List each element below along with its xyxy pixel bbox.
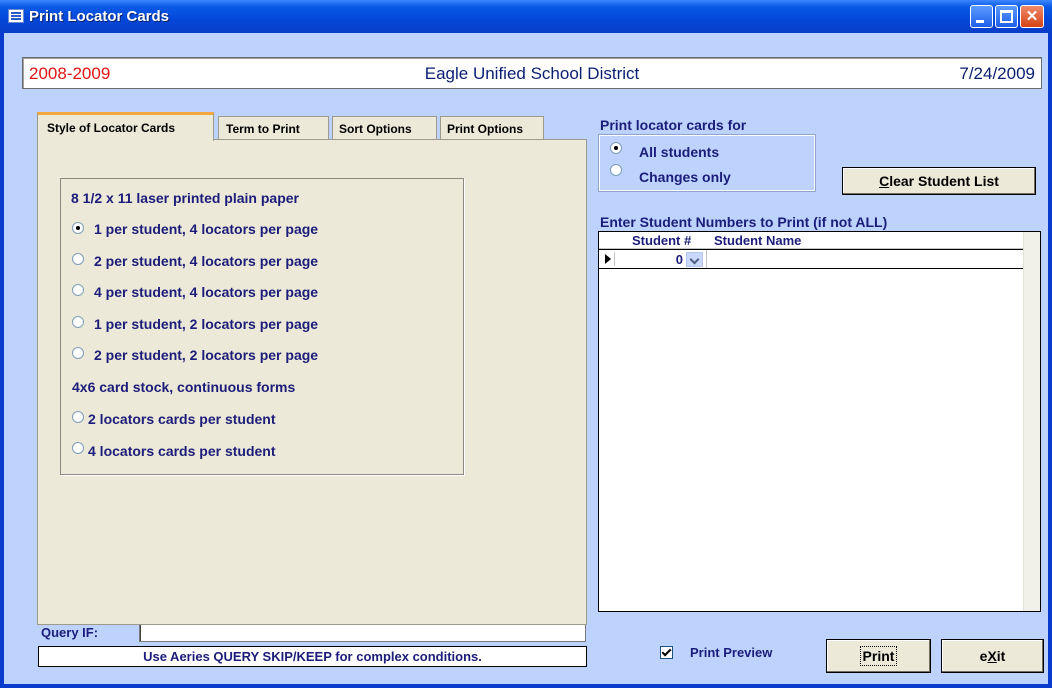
print-preview-checkbox[interactable] — [660, 646, 673, 659]
student-number-cell[interactable]: 0 — [619, 252, 683, 267]
header-bar: 2008-2009 Eagle Unified School District … — [22, 57, 1042, 89]
radio-2-cards-per-student[interactable] — [72, 411, 84, 423]
radio-1-per-student-4-per-page[interactable] — [72, 222, 84, 234]
print-button[interactable]: Print — [826, 639, 931, 673]
group-label-card-stock: 4x6 card stock, continuous forms — [72, 379, 296, 395]
option-label[interactable]: 2 per student, 4 locators per page — [94, 253, 318, 269]
minimize-button[interactable] — [970, 5, 993, 28]
radio-4-per-student-4-per-page[interactable] — [72, 284, 84, 296]
option-label[interactable]: 4 locators cards per student — [88, 443, 276, 459]
group-label-laser: 8 1/2 x 11 laser printed plain paper — [71, 190, 299, 206]
clear-student-list-button[interactable]: Clear Student List — [842, 167, 1036, 195]
mnemonic: X — [987, 648, 997, 664]
option-label[interactable]: 4 per student, 4 locators per page — [94, 284, 318, 300]
tab-style-of-locator-cards[interactable]: Style of Locator Cards — [37, 112, 214, 141]
print-preview-label[interactable]: Print Preview — [690, 645, 772, 660]
row-selector-arrow-icon[interactable] — [601, 252, 615, 266]
tab-sort-options[interactable]: Sort Options — [332, 116, 437, 140]
tab-term-to-print[interactable]: Term to Print — [218, 116, 329, 140]
column-header-student-name: Student Name — [714, 233, 802, 248]
option-label[interactable]: 2 locators cards per student — [88, 411, 276, 427]
radio-2-per-student-4-per-page[interactable] — [72, 253, 84, 265]
student-name-cell[interactable] — [706, 250, 1023, 268]
radio-all-students[interactable] — [610, 142, 622, 154]
query-if-input[interactable] — [139, 622, 586, 642]
radio-changes-only[interactable] — [610, 164, 622, 176]
district-name: Eagle Unified School District — [424, 64, 640, 83]
exit-button[interactable]: eXit — [941, 639, 1044, 673]
student-numbers-label: Enter Student Numbers to Print (if not A… — [600, 214, 888, 230]
query-hint: Use Aeries QUERY SKIP/KEEP for complex c… — [38, 646, 587, 667]
column-header-student-number: Student # — [632, 233, 692, 248]
option-label[interactable]: 1 per student, 4 locators per page — [94, 221, 318, 237]
radio-2-per-student-2-per-page[interactable] — [72, 347, 84, 359]
option-label[interactable]: Changes only — [639, 169, 731, 185]
table-row[interactable]: 0 — [599, 249, 1023, 269]
label-part: it — [996, 648, 1006, 664]
student-grid: Student # Student Name 0 — [598, 231, 1041, 612]
tab-print-options[interactable]: Print Options — [440, 116, 544, 140]
tab-panel-style: 8 1/2 x 11 laser printed plain paper 1 p… — [37, 139, 587, 625]
option-label[interactable]: All students — [639, 144, 719, 160]
print-for-label: Print locator cards for — [600, 117, 747, 133]
option-label[interactable]: 1 per student, 2 locators per page — [94, 316, 318, 332]
header-date: 7/24/2009 — [959, 64, 1035, 83]
radio-1-per-student-2-per-page[interactable] — [72, 316, 84, 328]
grid-header: Student # Student Name — [599, 232, 1023, 249]
maximize-button[interactable] — [995, 5, 1018, 28]
form-body: 2008-2009 Eagle Unified School District … — [4, 33, 1048, 684]
query-if-label: Query IF: — [41, 625, 99, 640]
window: Print Locator Cards 2008-2009 Eagle Unif… — [0, 0, 1052, 688]
vertical-scrollbar[interactable] — [1023, 232, 1040, 611]
form-icon — [8, 9, 24, 23]
radio-4-cards-per-student[interactable] — [72, 442, 84, 454]
option-label[interactable]: 2 per student, 2 locators per page — [94, 347, 318, 363]
print-button-label: Print — [859, 646, 898, 666]
close-button[interactable] — [1020, 5, 1044, 28]
window-title: Print Locator Cards — [29, 8, 170, 25]
mnemonic: C — [879, 173, 890, 189]
chevron-down-icon[interactable] — [686, 252, 703, 267]
title-bar[interactable]: Print Locator Cards — [0, 0, 1052, 33]
button-label: lear Student List — [889, 173, 999, 189]
